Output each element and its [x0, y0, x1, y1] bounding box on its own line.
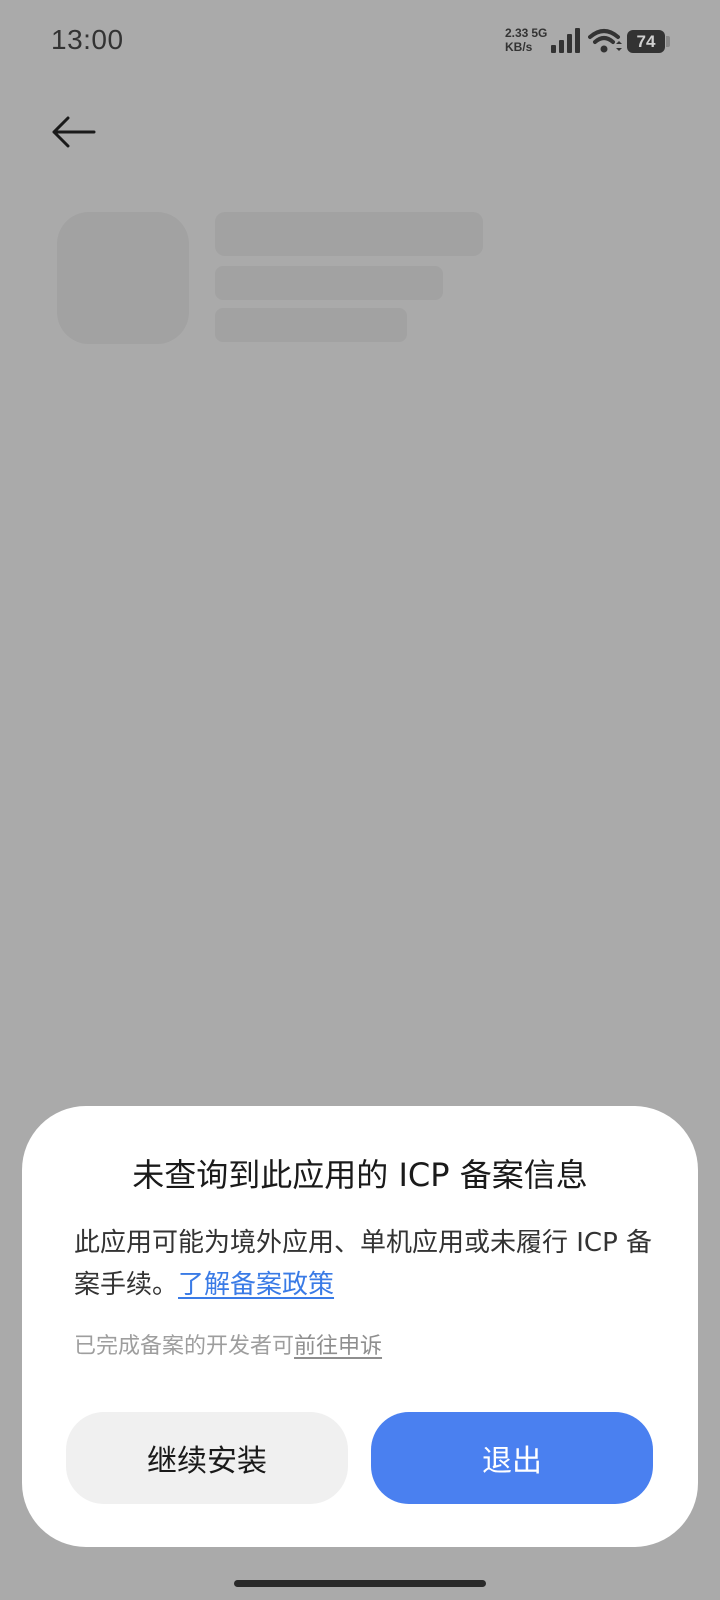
battery-cap — [666, 36, 670, 47]
network-speed-value: 2.33 — [505, 26, 529, 40]
app-name-placeholder — [215, 212, 483, 256]
battery-icon: 74 — [627, 30, 665, 53]
app-info-placeholder — [215, 266, 443, 300]
dialog-title: 未查询到此应用的 ICP 备案信息 — [132, 1156, 588, 1194]
appeal-prefix: 已完成备案的开发者可 — [74, 1334, 295, 1359]
arrow-left-icon — [52, 116, 96, 148]
continue-install-button[interactable]: 继续安装 — [66, 1412, 348, 1504]
clock: 13:00 — [51, 24, 124, 55]
network-speed-unit: KB/s — [505, 40, 533, 54]
home-indicator[interactable] — [234, 1580, 486, 1587]
signal-icon — [551, 28, 580, 53]
status-bar: 13:00 2.33 5G KB/s 74 — [0, 0, 720, 84]
back-button[interactable] — [46, 108, 102, 156]
network-speed: 2.33 5G KB/s — [505, 26, 547, 54]
network-type: 5G — [531, 26, 548, 40]
appeal-line: 已完成备案的开发者可前往申诉 — [74, 1328, 382, 1360]
policy-link[interactable]: 了解备案政策 — [178, 1270, 334, 1300]
battery-level: 74 — [636, 31, 656, 51]
exit-button[interactable]: 退出 — [371, 1412, 653, 1504]
dialog-message-text: 此应用可能为境外应用、单机应用或未履行 ICP 备案手续。 — [74, 1228, 653, 1300]
dialog-message: 此应用可能为境外应用、单机应用或未履行 ICP 备案手续。了解备案政策 — [74, 1222, 664, 1306]
app-meta-placeholder — [215, 308, 407, 342]
app-icon-placeholder — [57, 212, 189, 344]
wifi-icon — [588, 29, 622, 53]
icp-warning-dialog: 未查询到此应用的 ICP 备案信息 此应用可能为境外应用、单机应用或未履行 IC… — [22, 1106, 698, 1547]
appeal-link[interactable]: 前往申诉 — [294, 1334, 382, 1359]
